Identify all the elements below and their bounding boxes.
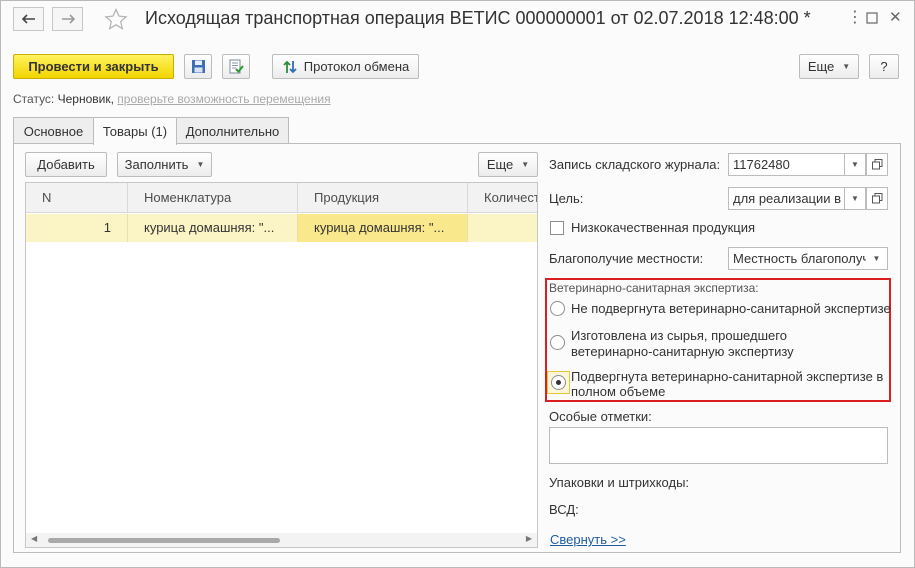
vet-exam-option-2-label-line2[interactable]: ветеринарно-санитарную экспертизу [571,344,794,359]
journal-field[interactable]: 11762480 [728,153,845,176]
scrollbar-thumb[interactable] [48,538,280,543]
save-button[interactable] [184,54,212,79]
exchange-protocol-label: Протокол обмена [303,59,410,74]
back-button[interactable] [13,7,44,31]
tab-additional[interactable]: Дополнительно [176,117,289,144]
wellbeing-field[interactable]: Местность благополуч [728,247,867,270]
purpose-label: Цель: [549,191,584,206]
table-header: N Номенклатура Продукция Количест [26,183,537,213]
fill-button[interactable]: Заполнить ▼ [117,152,212,177]
status-label: Статус: [13,92,55,106]
maximize-icon[interactable] [866,10,878,28]
post-document-icon [229,59,244,73]
scroll-left-icon[interactable]: ◀ [31,534,37,543]
cell-quantity[interactable] [468,214,537,242]
special-marks-field[interactable] [549,427,888,464]
vsd-label: ВСД: [549,502,579,517]
tab-goods[interactable]: Товары (1) [93,117,177,145]
packaging-label: Упаковки и штрихкоды: [549,475,690,490]
floppy-disk-icon [191,60,205,73]
column-header-nomenclature[interactable]: Номенклатура [128,183,298,213]
vet-exam-option-3-label-line2[interactable]: полном объеме [571,384,665,399]
purpose-field[interactable]: для реализации в п [728,187,845,210]
caret-down-icon: ▼ [851,160,859,169]
low-quality-checkbox[interactable] [550,221,564,235]
column-header-n[interactable]: N [26,183,128,213]
column-header-product[interactable]: Продукция [298,183,468,213]
arrow-left-icon [21,14,35,24]
caret-down-icon: ▼ [872,254,881,263]
close-icon[interactable]: ✕ [889,10,902,26]
goods-more-label: Еще [486,157,514,172]
vet-exam-label: Ветеринарно-санитарная экспертиза: [549,281,759,295]
vet-exam-option-2-label[interactable]: Изготовлена из сырья, прошедшего [571,328,787,343]
cell-n[interactable]: 1 [26,214,128,242]
add-row-button[interactable]: Добавить [25,152,107,177]
exchange-arrows-icon [283,60,297,73]
vet-exam-option-1-radio[interactable] [550,301,565,316]
purpose-open-button[interactable] [866,187,888,210]
open-icon [871,193,882,204]
open-icon [871,159,882,170]
column-header-quantity[interactable]: Количест [468,183,537,213]
more-menu-button[interactable]: Еще ▼ [799,54,859,79]
cell-nomenclature[interactable]: курица домашняя: "... [128,214,298,242]
post-document-button[interactable] [222,54,250,79]
favorite-star-icon[interactable] [104,8,128,30]
low-quality-label[interactable]: Низкокачественная продукция [571,220,755,235]
goods-more-button[interactable]: Еще ▼ [478,152,538,177]
cell-product[interactable]: курица домашняя: "... [298,214,468,242]
post-and-close-button[interactable]: Провести и закрыть [13,54,174,79]
status-row: Статус: Черновик, проверьте возможность … [13,92,331,106]
fill-label: Заполнить [124,157,189,172]
caret-down-icon: ▼ [521,160,530,169]
goods-table[interactable]: N Номенклатура Продукция Количест 1 кури… [25,182,538,548]
kebab-menu-icon[interactable]: ⋮ [847,10,863,26]
arrow-right-icon [61,14,75,24]
caret-down-icon: ▼ [842,62,851,71]
journal-dropdown[interactable]: ▼ [845,153,866,176]
tab-main[interactable]: Основное [13,117,94,144]
caret-down-icon: ▼ [851,194,859,203]
wellbeing-label: Благополучие местности: [549,251,704,266]
scroll-right-icon[interactable]: ▶ [526,534,532,543]
special-marks-label: Особые отметки: [549,409,652,424]
wellbeing-dropdown[interactable]: ▼ [866,247,888,270]
vet-exam-option-1-label[interactable]: Не подвергнута ветеринарно-санитарной эк… [571,301,891,316]
horizontal-scrollbar[interactable]: ◀ ▶ [26,533,537,547]
more-menu-label: Еще [807,59,835,74]
help-button[interactable]: ? [869,54,899,79]
vet-exam-option-2-radio[interactable] [550,335,565,350]
vet-exam-option-3-radio[interactable] [551,375,566,390]
journal-open-button[interactable] [866,153,888,176]
journal-label: Запись складского журнала: [549,157,721,172]
exchange-protocol-button[interactable]: Протокол обмена [272,54,419,79]
caret-down-icon: ▼ [196,160,205,169]
check-transfer-link[interactable]: проверьте возможность перемещения [117,92,330,106]
forward-button[interactable] [52,7,83,31]
collapse-link[interactable]: Свернуть >> [550,532,626,547]
table-row[interactable]: 1 курица домашняя: "... курица домашняя:… [26,214,537,242]
purpose-dropdown[interactable]: ▼ [845,187,866,210]
window-title: Исходящая транспортная операция ВЕТИС 00… [145,8,811,28]
vet-exam-option-3-label[interactable]: Подвергнута ветеринарно-санитарной экспе… [571,369,883,384]
status-value: Черновик, [57,92,114,106]
